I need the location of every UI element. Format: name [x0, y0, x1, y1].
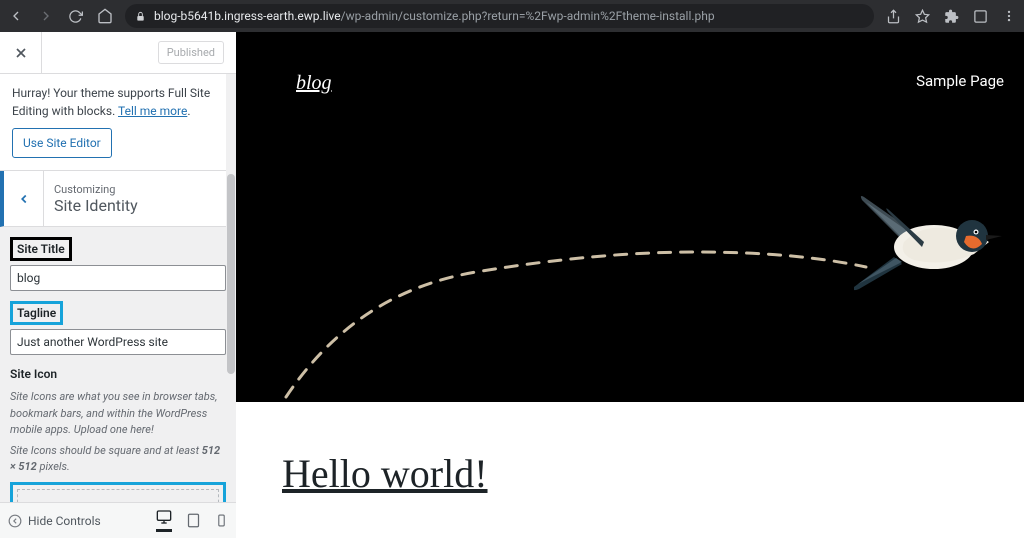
bird-illustration	[854, 192, 1004, 302]
close-customizer-button[interactable]	[0, 32, 42, 74]
star-icon[interactable]	[915, 9, 930, 24]
forward-icon[interactable]	[38, 8, 54, 24]
sidebar-scrollbar[interactable]	[226, 74, 236, 502]
browser-right-icons	[886, 9, 1016, 24]
site-title-label: Site Title	[10, 237, 72, 261]
mobile-icon[interactable]	[215, 513, 228, 528]
site-content: Hello world!	[236, 402, 1024, 538]
site-icon-desc-1: Site Icons are what you see in browser t…	[10, 389, 226, 439]
tell-me-more-link[interactable]: Tell me more	[118, 104, 187, 118]
menu-icon[interactable]	[1002, 9, 1016, 23]
notice-text: Hurray! Your theme supports Full Site Ed…	[12, 86, 210, 118]
site-icon-label: Site Icon	[10, 367, 57, 381]
tablet-icon[interactable]	[186, 513, 201, 528]
workspace: Published Hurray! Your theme supports Fu…	[0, 32, 1024, 538]
back-button[interactable]	[4, 171, 44, 227]
device-preview-icons	[156, 509, 228, 532]
select-site-icon-wrap: Select site icon	[10, 482, 226, 503]
bird-trail-decoration	[276, 232, 876, 402]
address-bar[interactable]: blog-b5641b.ingress-earth.ewp.live/wp-ad…	[125, 4, 874, 28]
section-titles: Customizing Site Identity	[44, 183, 138, 215]
breadcrumb: Customizing	[54, 183, 138, 196]
hide-controls-button[interactable]: Hide Controls	[8, 514, 101, 528]
select-site-icon-button[interactable]: Select site icon	[17, 489, 219, 503]
back-icon[interactable]	[8, 8, 24, 24]
publish-status-button[interactable]: Published	[158, 41, 224, 64]
post-title-link[interactable]: Hello world!	[282, 450, 1024, 497]
home-icon[interactable]	[97, 8, 113, 24]
tagline-input[interactable]	[10, 329, 226, 355]
customizer-body: Site Title Tagline Site Icon Site Icons …	[0, 227, 236, 502]
scrollbar-thumb[interactable]	[227, 174, 235, 374]
customizer-panel: Published Hurray! Your theme supports Fu…	[0, 32, 236, 538]
customizer-header: Published	[0, 32, 236, 74]
browser-toolbar: blog-b5641b.ingress-earth.ewp.live/wp-ad…	[0, 0, 1024, 32]
tagline-label: Tagline	[10, 301, 63, 325]
reload-icon[interactable]	[68, 9, 83, 24]
lock-icon	[135, 11, 146, 22]
desktop-icon[interactable]	[156, 509, 172, 532]
nav-sample-page[interactable]: Sample Page	[916, 72, 1004, 90]
site-header: blog Sample Page	[236, 32, 1024, 95]
site-title-link[interactable]: blog	[296, 72, 332, 95]
chevron-left-icon	[17, 192, 31, 206]
hide-controls-label: Hide Controls	[28, 514, 101, 528]
fse-notice: Hurray! Your theme supports Full Site Ed…	[0, 74, 236, 171]
close-icon	[13, 45, 29, 61]
site-icon-desc-2: Site Icons should be square and at least…	[10, 443, 226, 476]
share-icon[interactable]	[886, 9, 901, 24]
use-site-editor-button[interactable]: Use Site Editor	[12, 128, 112, 158]
section-header: Customizing Site Identity	[0, 171, 236, 227]
site-title-input[interactable]	[10, 265, 226, 291]
url-text: blog-b5641b.ingress-earth.ewp.live/wp-ad…	[154, 9, 715, 23]
extensions-icon[interactable]	[944, 9, 959, 24]
customizer-footer: Hide Controls	[0, 502, 236, 538]
account-icon[interactable]	[973, 9, 988, 24]
section-title: Site Identity	[54, 196, 138, 215]
nav-buttons	[8, 8, 113, 24]
chevron-left-circle-icon	[8, 514, 22, 528]
